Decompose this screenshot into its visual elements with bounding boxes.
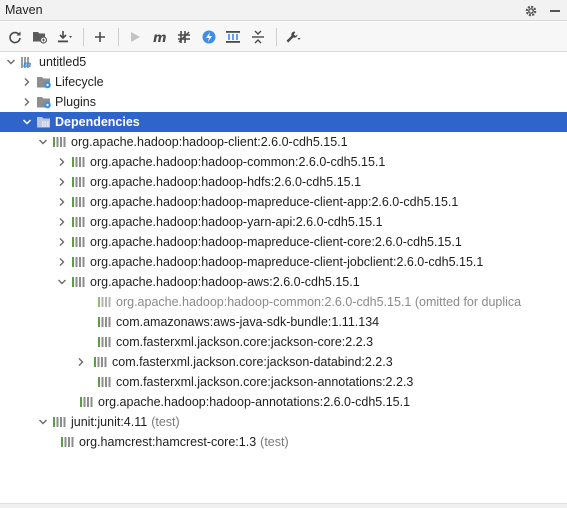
library-icon <box>71 194 87 210</box>
tree-item-label: Dependencies <box>55 115 140 129</box>
tree-item-label: com.fasterxml.jackson.core:jackson-annot… <box>116 375 414 389</box>
tree-item-plugins[interactable]: Plugins <box>0 92 567 112</box>
gear-icon[interactable] <box>523 3 539 19</box>
tree-item-label: untitled5 <box>39 55 87 69</box>
reload-icon[interactable] <box>4 26 26 48</box>
chevron-down-icon[interactable] <box>55 272 69 292</box>
show-dependencies-icon[interactable] <box>222 26 244 48</box>
library-icon <box>97 294 113 310</box>
collapse-all-icon[interactable] <box>247 26 269 48</box>
chevron-right-icon[interactable] <box>55 152 69 172</box>
chevron-right-icon[interactable] <box>55 212 69 232</box>
svg-text:m: m <box>153 31 167 44</box>
toolbar-separator <box>276 27 277 46</box>
tree-item-dependency[interactable]: com.amazonaws:aws-java-sdk-bundle:1.11.1… <box>0 312 567 332</box>
run-icon[interactable] <box>124 26 146 48</box>
svg-text:m: m <box>23 60 31 69</box>
library-icon <box>71 254 87 270</box>
tree-item-dependency[interactable]: com.fasterxml.jackson.core:jackson-datab… <box>0 352 567 372</box>
tree-item-dependency-omitted[interactable]: org.apache.hadoop:hadoop-common:2.6.0-cd… <box>0 292 567 312</box>
chevron-right-icon[interactable] <box>20 72 34 92</box>
chevron-right-icon[interactable] <box>74 352 88 372</box>
maven-icon[interactable]: m <box>149 26 171 48</box>
tree-item-label: com.fasterxml.jackson.core:jackson-core:… <box>116 335 374 349</box>
add-folder-icon[interactable] <box>29 26 51 48</box>
tree-item-label: com.amazonaws:aws-java-sdk-bundle:1.11.1… <box>116 315 380 329</box>
tree-item-label: junit:junit:4.11 <box>71 415 148 429</box>
tree-item-dependency[interactable]: org.apache.hadoop:hadoop-mapreduce-clien… <box>0 252 567 272</box>
chevron-right-icon[interactable] <box>55 252 69 272</box>
chevron-right-icon[interactable] <box>20 92 34 112</box>
tree-item-dependency[interactable]: org.apache.hadoop:hadoop-aws:2.6.0-cdh5.… <box>0 272 567 292</box>
horizontal-scrollbar[interactable] <box>0 503 567 508</box>
tree-item-lifecycle[interactable]: Lifecycle <box>0 72 567 92</box>
download-icon[interactable] <box>53 26 75 48</box>
chevron-down-icon[interactable] <box>36 412 50 432</box>
library-icon <box>52 134 68 150</box>
scope-label: (test) <box>151 415 180 429</box>
tree-item-label: org.apache.hadoop:hadoop-yarn-api:2.6.0-… <box>90 215 383 229</box>
tree-item-label: com.fasterxml.jackson.core:jackson-datab… <box>112 355 393 369</box>
tree-item-dependency[interactable]: org.apache.hadoop:hadoop-yarn-api:2.6.0-… <box>0 212 567 232</box>
library-icon <box>60 434 76 450</box>
toolbar-separator <box>118 27 119 46</box>
tree-item-label: org.apache.hadoop:hadoop-client:2.6.0-cd… <box>71 135 348 149</box>
tree-item-label: org.apache.hadoop:hadoop-aws:2.6.0-cdh5.… <box>90 275 360 289</box>
toolbar-separator <box>82 27 84 46</box>
library-icon <box>71 214 87 230</box>
tree-item-dependencies[interactable]: Dependencies <box>0 112 567 132</box>
lightning-icon[interactable] <box>198 26 220 48</box>
tree-item-label: Plugins <box>55 95 96 109</box>
chevron-down-icon[interactable] <box>4 52 18 72</box>
tree-item-dependency[interactable]: org.apache.hadoop:hadoop-client:2.6.0-cd… <box>0 132 567 152</box>
chevron-down-icon[interactable] <box>20 112 34 132</box>
chevron-right-icon[interactable] <box>55 232 69 252</box>
library-icon <box>71 154 87 170</box>
tree-item-label: org.apache.hadoop:hadoop-common:2.6.0-cd… <box>90 155 386 169</box>
library-icon <box>93 354 109 370</box>
tool-window-header: Maven <box>0 0 567 21</box>
tree-item-label: org.apache.hadoop:hadoop-annotations:2.6… <box>98 395 411 409</box>
chevron-right-icon[interactable] <box>55 192 69 212</box>
tree-item-dependency[interactable]: org.apache.hadoop:hadoop-mapreduce-clien… <box>0 192 567 212</box>
tree-item-label: Lifecycle <box>55 75 104 89</box>
library-icon <box>52 414 68 430</box>
minimize-icon[interactable] <box>547 3 563 19</box>
library-icon <box>97 314 113 330</box>
plus-icon[interactable] <box>89 26 111 48</box>
tree-item-dependency[interactable]: org.hamcrest:hamcrest-core:1.3 (test) <box>0 432 567 452</box>
tree-item-dependency[interactable]: com.fasterxml.jackson.core:jackson-annot… <box>0 372 567 392</box>
chevron-down-icon[interactable] <box>36 132 50 152</box>
scope-label: (test) <box>260 435 289 449</box>
library-icon <box>71 174 87 190</box>
tree-item-label: org.apache.hadoop:hadoop-mapreduce-clien… <box>90 235 462 249</box>
maven-module-icon: m <box>20 54 36 70</box>
tree-item-label: org.apache.hadoop:hadoop-hdfs:2.6.0-cdh5… <box>90 175 362 189</box>
chevron-right-icon[interactable] <box>55 172 69 192</box>
tree-item-dependency[interactable]: com.fasterxml.jackson.core:jackson-core:… <box>0 332 567 352</box>
tree-item-dependency[interactable]: junit:junit:4.11 (test) <box>0 412 567 432</box>
tree-item-dependency[interactable]: org.apache.hadoop:hadoop-hdfs:2.6.0-cdh5… <box>0 172 567 192</box>
tree-item-label: org.apache.hadoop:hadoop-mapreduce-clien… <box>90 255 484 269</box>
tree-item-label: org.hamcrest:hamcrest-core:1.3 <box>79 435 257 449</box>
maven-project-tree: m untitled5 Lifecycle Plugins Dependenci… <box>0 52 567 504</box>
tree-item-label: org.apache.hadoop:hadoop-common:2.6.0-cd… <box>116 295 522 309</box>
library-icon <box>71 274 87 290</box>
tree-item-label: org.apache.hadoop:hadoop-mapreduce-clien… <box>90 195 459 209</box>
tree-item-dependency[interactable]: org.apache.hadoop:hadoop-common:2.6.0-cd… <box>0 152 567 172</box>
folder-gear-icon <box>36 94 52 110</box>
tool-window-title: Maven <box>5 3 43 17</box>
folder-gear-icon <box>36 74 52 90</box>
tree-item-project[interactable]: m untitled5 <box>0 52 567 72</box>
toggle-offline-icon[interactable] <box>173 26 195 48</box>
wrench-icon[interactable] <box>282 26 304 48</box>
library-icon <box>97 334 113 350</box>
library-icon <box>79 394 95 410</box>
library-icon <box>71 234 87 250</box>
folder-library-icon <box>36 114 52 130</box>
maven-toolbar: m <box>0 22 567 52</box>
tree-item-dependency[interactable]: org.apache.hadoop:hadoop-mapreduce-clien… <box>0 232 567 252</box>
tree-item-dependency[interactable]: org.apache.hadoop:hadoop-annotations:2.6… <box>0 392 567 412</box>
library-icon <box>97 374 113 390</box>
